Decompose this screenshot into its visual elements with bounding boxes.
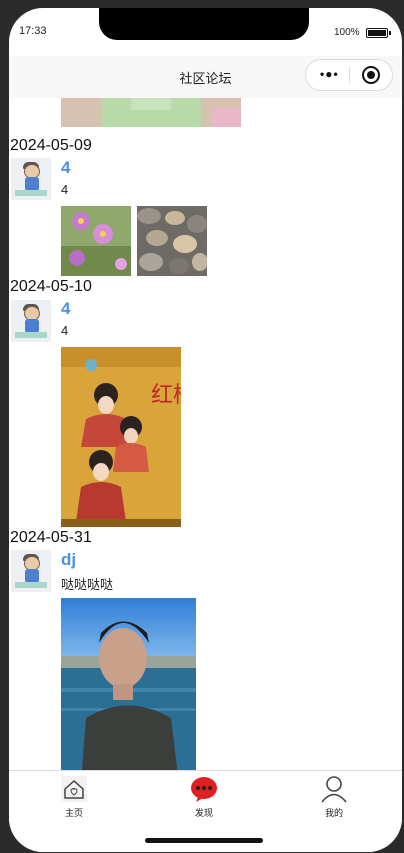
navigation-bar: 社区论坛 •●• <box>9 56 402 98</box>
avatar[interactable] <box>11 550 51 592</box>
user-icon <box>320 775 348 803</box>
home-icon <box>60 775 88 803</box>
flower-photo <box>61 206 131 276</box>
battery-percent: 100% <box>334 27 360 38</box>
post-username[interactable]: 4 <box>61 299 70 319</box>
tab-profile[interactable]: 我的 <box>304 775 364 819</box>
opera-poster-photo: 红楼梦 <box>61 347 181 527</box>
avatar[interactable] <box>11 158 51 200</box>
portrait-photo-partial <box>61 98 241 127</box>
close-miniprogram-icon[interactable] <box>362 66 380 84</box>
post-date: 2024-05-10 <box>10 278 92 295</box>
post-text: 4 <box>61 323 69 338</box>
post-text: 4 <box>61 182 69 197</box>
phone-screen: 17:33 100% 社区论坛 •●• 2024-05-09 4 4 2024-… <box>9 8 402 852</box>
post-text: 哒哒哒哒 <box>61 577 114 592</box>
tab-home-label: 主页 <box>64 808 83 818</box>
tab-home[interactable]: 主页 <box>44 775 104 819</box>
tab-profile-label: 我的 <box>324 808 343 818</box>
chat-bubble-icon <box>190 775 218 803</box>
post-image[interactable]: 红楼梦 <box>61 347 181 527</box>
home-indicator[interactable] <box>145 838 263 843</box>
camera-notch <box>99 8 309 40</box>
post-image[interactable] <box>61 598 196 770</box>
avatar[interactable] <box>11 300 51 342</box>
status-bar: 17:33 100% <box>9 8 402 56</box>
post-image[interactable] <box>61 98 241 127</box>
capsule-divider <box>349 67 350 83</box>
tab-discover[interactable]: 发现 <box>174 775 234 819</box>
selfie-photo <box>61 598 196 770</box>
post-image[interactable] <box>137 206 207 276</box>
status-time: 17:33 <box>19 25 47 37</box>
post-username[interactable]: dj <box>61 550 76 570</box>
mini-program-capsule: •●• <box>305 59 393 91</box>
post-date: 2024-05-31 <box>10 529 92 546</box>
post-image[interactable] <box>61 206 131 276</box>
poster-title: 红楼梦 <box>151 383 181 408</box>
tab-discover-label: 发现 <box>194 808 213 818</box>
post-feed[interactable]: 2024-05-09 4 4 2024-05-10 4 4 红 2024-05-… <box>9 98 402 770</box>
pebbles-photo <box>137 206 207 276</box>
post-username[interactable]: 4 <box>61 158 70 178</box>
more-icon[interactable]: •●• <box>320 67 339 81</box>
post-date: 2024-05-09 <box>10 137 92 154</box>
battery-icon <box>366 28 391 38</box>
